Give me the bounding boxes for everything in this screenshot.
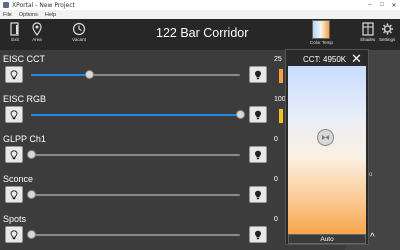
page-title: 122 Bar Corridor xyxy=(156,26,249,40)
channel-row: EISC RGB 100 xyxy=(0,91,290,131)
color-temp-swatch xyxy=(312,20,331,39)
level-slider[interactable] xyxy=(31,70,240,79)
color-temp-popup: CCT: 4950K ✕ Auto xyxy=(285,49,369,245)
bulb-on-icon xyxy=(255,190,261,199)
toolbar: Exit Area Vacant 122 Bar Corridor Color … xyxy=(0,19,400,50)
cct-title: CCT: 4950K xyxy=(303,55,347,64)
bulb-on-icon xyxy=(255,110,261,119)
channel-name: EISC RGB xyxy=(3,94,47,104)
raise-button[interactable] xyxy=(249,66,267,83)
bulb-off-icon xyxy=(10,189,18,199)
app-icon xyxy=(3,2,9,8)
slider-fill xyxy=(31,114,240,116)
slider-fill xyxy=(31,74,90,76)
bulb-on-icon xyxy=(255,150,261,159)
raise-button[interactable] xyxy=(249,226,267,243)
slider-thumb[interactable] xyxy=(26,150,36,159)
title-bar: XPortal - New Project – □ ✕ xyxy=(0,0,400,10)
channel-value: 0 xyxy=(274,216,278,223)
menu-help[interactable]: Help xyxy=(45,12,56,18)
bulb-off-icon xyxy=(10,109,18,119)
raise-button[interactable] xyxy=(249,146,267,163)
slider-thumb[interactable] xyxy=(26,230,36,239)
slider-thumb[interactable] xyxy=(235,110,245,119)
channel-name: Spots xyxy=(3,214,27,224)
menu-options[interactable]: Options xyxy=(19,12,38,18)
area-button[interactable]: Area xyxy=(31,22,43,42)
chevron-up-icon[interactable]: ^ xyxy=(370,232,375,243)
channel-row: Sconce 0 xyxy=(0,171,290,211)
bulb-off-icon xyxy=(10,229,18,239)
lower-button[interactable] xyxy=(5,186,23,203)
channel-name: Sconce xyxy=(3,174,34,184)
channel-row: Spots 0 xyxy=(0,211,290,250)
shades-label: Shades xyxy=(360,37,376,42)
gear-icon xyxy=(381,23,393,35)
channel-name: EISC CCT xyxy=(3,54,46,64)
area-label: Area xyxy=(32,37,42,42)
channel-value: 25 xyxy=(274,56,282,63)
vacant-button[interactable]: Vacant xyxy=(72,22,86,42)
menu-file[interactable]: File xyxy=(3,12,12,18)
level-slider[interactable] xyxy=(26,190,240,199)
minimize-icon[interactable]: – xyxy=(364,0,376,10)
cct-slider-handle[interactable] xyxy=(317,129,334,147)
bulb-on-icon xyxy=(255,230,261,239)
color-temp-label: Color Temp xyxy=(310,40,333,45)
exit-label: Exit xyxy=(11,37,19,42)
channel-row: GLPP Ch1 0 xyxy=(0,131,290,171)
channel-value: 100 xyxy=(274,96,286,103)
location-pin-icon xyxy=(32,22,42,36)
lower-button[interactable] xyxy=(5,106,23,123)
level-slider[interactable] xyxy=(31,110,245,119)
shades-icon xyxy=(362,22,374,36)
exit-button[interactable]: Exit xyxy=(9,22,21,42)
settings-button[interactable]: Settings xyxy=(379,22,395,42)
close-window-icon[interactable]: ✕ xyxy=(388,0,400,10)
channel-name: GLPP Ch1 xyxy=(3,134,46,144)
slider-thumb[interactable] xyxy=(85,70,95,79)
vacant-label: Vacant xyxy=(72,37,86,42)
shades-button[interactable]: Shades xyxy=(360,22,375,42)
raise-button[interactable] xyxy=(249,106,267,123)
window-controls: – □ ✕ xyxy=(364,0,400,10)
lower-button[interactable] xyxy=(5,66,23,83)
raise-button[interactable] xyxy=(249,186,267,203)
channel-value: 0 xyxy=(274,136,278,143)
maximize-icon[interactable]: □ xyxy=(376,0,388,10)
level-slider[interactable] xyxy=(26,230,240,239)
close-icon[interactable]: ✕ xyxy=(351,51,362,67)
lower-button[interactable] xyxy=(5,146,23,163)
cct-gradient-slider[interactable] xyxy=(288,66,366,234)
lower-button[interactable] xyxy=(5,226,23,243)
channel-value: 0 xyxy=(274,176,278,183)
window-title: XPortal - New Project xyxy=(12,1,75,9)
level-bar xyxy=(279,69,283,83)
bulb-off-icon xyxy=(10,69,18,79)
exit-icon xyxy=(10,22,19,36)
grip-icon xyxy=(322,135,329,141)
settings-label: Settings xyxy=(379,37,396,42)
level-bar xyxy=(279,109,283,123)
channel-row: EISC CCT 25 xyxy=(0,51,290,91)
auto-button[interactable]: Auto xyxy=(288,234,366,244)
bulb-off-icon xyxy=(10,149,18,159)
bulb-on-icon xyxy=(255,70,261,79)
slider-thumb[interactable] xyxy=(26,190,36,199)
level-slider[interactable] xyxy=(26,150,240,159)
right-panel-text: o xyxy=(369,172,373,178)
color-temp-button[interactable]: Color Temp xyxy=(310,20,333,45)
menu-bar: File Options Help xyxy=(0,10,400,19)
clock-icon xyxy=(72,22,86,36)
